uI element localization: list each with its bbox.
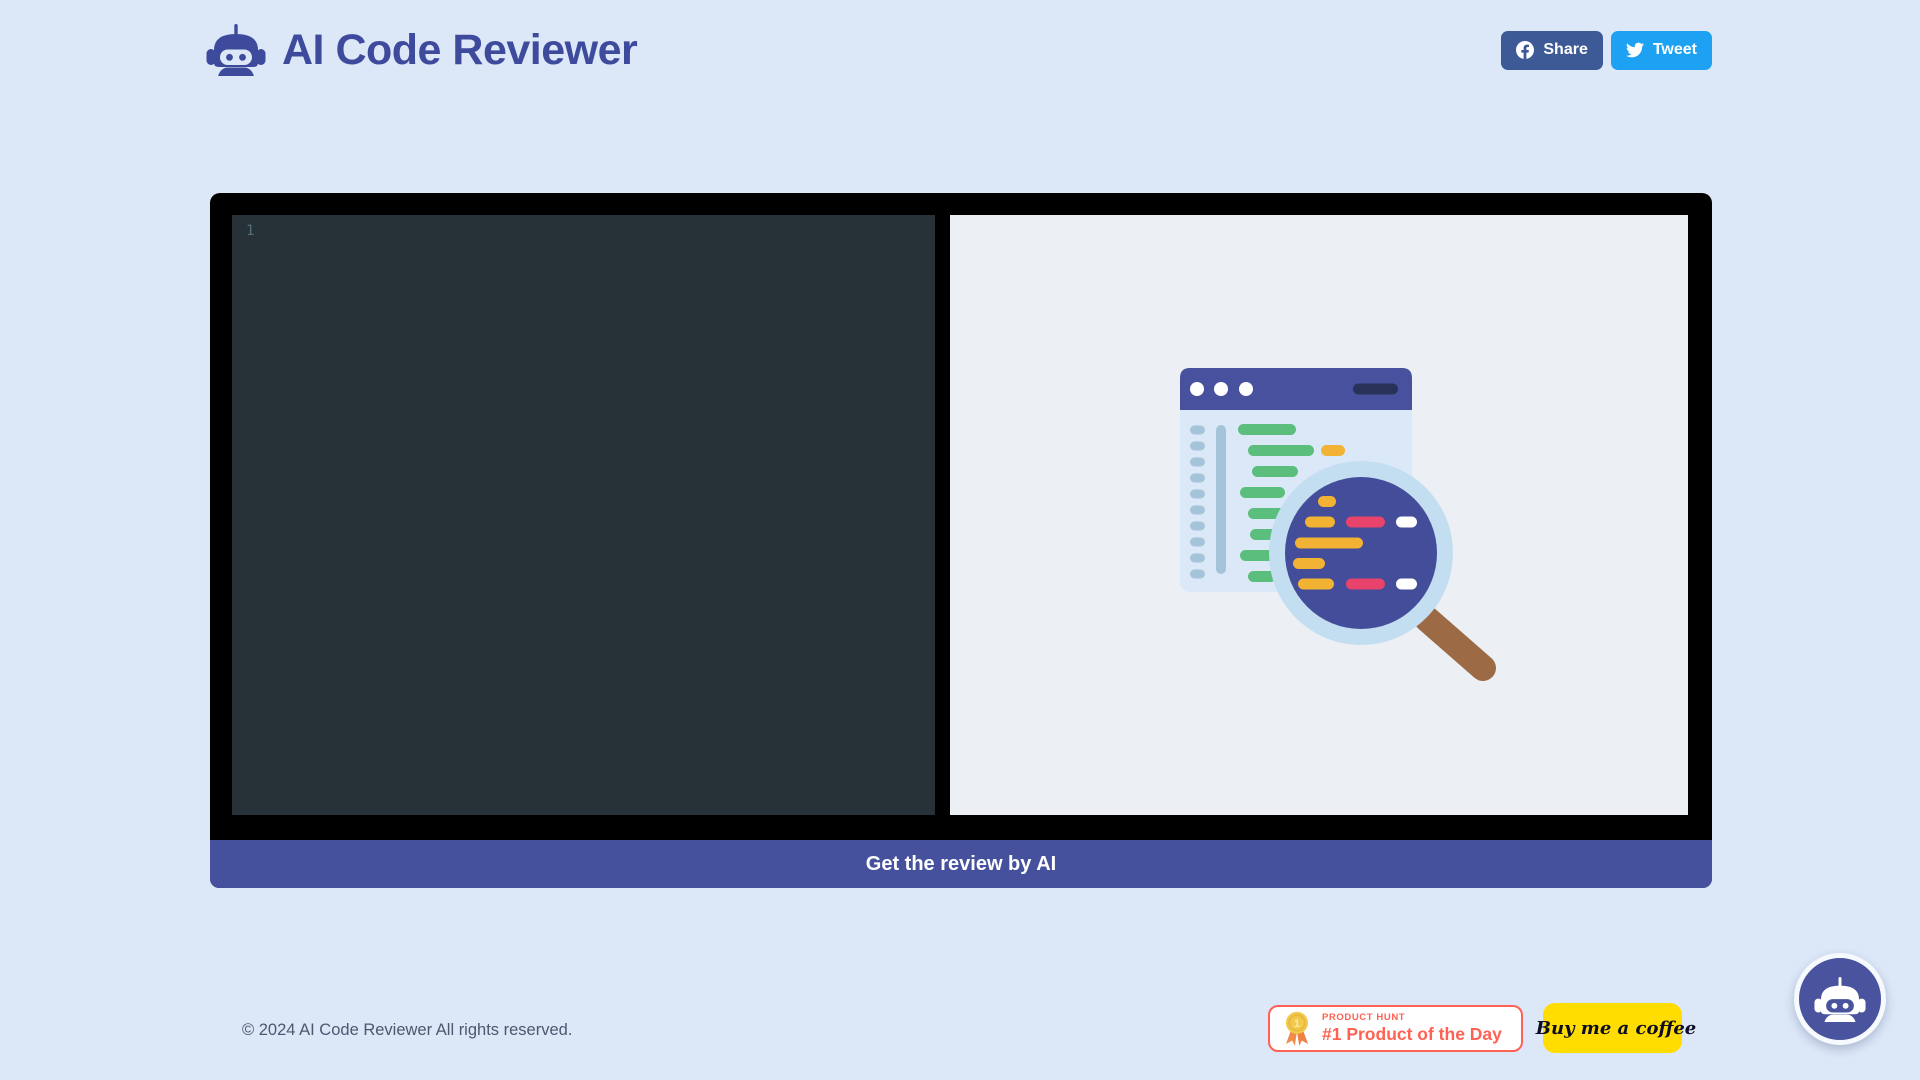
product-hunt-title: #1 Product of the Day bbox=[1322, 1024, 1502, 1044]
gold-medal-icon: 1 bbox=[1282, 1010, 1312, 1048]
robot-fab-icon bbox=[1814, 976, 1866, 1023]
copyright-text: © 2024 AI Code Reviewer All rights reser… bbox=[242, 1021, 572, 1040]
brand: AI Code Reviewer bbox=[206, 23, 637, 77]
code-editor-input[interactable]: 1 bbox=[232, 215, 935, 815]
review-container: 1 bbox=[210, 193, 1712, 888]
buy-me-a-coffee-button[interactable]: Buy me a coffee bbox=[1543, 1003, 1682, 1053]
share-label: Share bbox=[1543, 41, 1587, 59]
product-hunt-kicker: PRODUCT HUNT bbox=[1322, 1013, 1502, 1024]
editor-line-number: 1 bbox=[232, 215, 254, 239]
coffee-label: Buy me a coffee bbox=[1536, 1018, 1696, 1039]
twitter-bird-icon bbox=[1626, 41, 1644, 59]
get-review-button[interactable]: Get the review by AI bbox=[210, 840, 1712, 888]
chatbot-fab-button[interactable] bbox=[1794, 953, 1886, 1045]
page-title: AI Code Reviewer bbox=[282, 26, 637, 75]
share-button[interactable]: Share bbox=[1501, 31, 1602, 70]
medal-rank: 1 bbox=[1294, 1018, 1301, 1030]
tweet-label: Tweet bbox=[1653, 41, 1697, 59]
robot-logo-icon bbox=[206, 23, 266, 77]
tweet-button[interactable]: Tweet bbox=[1611, 31, 1712, 70]
code-review-magnifier-illustration bbox=[1175, 352, 1505, 682]
review-result-panel bbox=[950, 215, 1688, 815]
header: AI Code Reviewer Share Tweet bbox=[206, 18, 1712, 82]
product-hunt-badge[interactable]: 1 PRODUCT HUNT #1 Product of the Day bbox=[1268, 1005, 1523, 1052]
share-buttons: Share Tweet bbox=[1501, 31, 1712, 70]
facebook-icon bbox=[1516, 41, 1534, 59]
